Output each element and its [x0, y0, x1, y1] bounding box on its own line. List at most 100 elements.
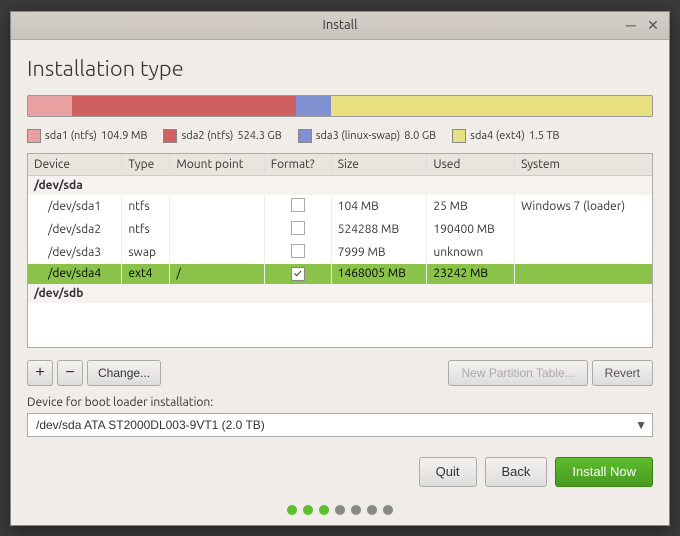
col-format: Format?: [264, 154, 331, 176]
cell-device: /dev/sda4: [28, 264, 122, 284]
cell-mount: [170, 241, 264, 264]
col-system: System: [515, 154, 652, 176]
step-dot-5: [351, 505, 361, 515]
cell-format[interactable]: ✓: [264, 264, 331, 284]
main-window: Install ─ ✕ Installation type sda1 (ntfs…: [10, 11, 670, 526]
cell-format[interactable]: [264, 218, 331, 241]
new-partition-table-button[interactable]: New Partition Table...: [448, 360, 587, 386]
legend-color-sda3: [298, 129, 312, 143]
legend-label-sda3: sda3 (linux-swap): [316, 130, 401, 142]
cell-system: Windows 7 (loader): [515, 195, 652, 218]
cell-type: ntfs: [122, 195, 170, 218]
disk-segment-sda3: [296, 96, 330, 116]
close-button[interactable]: ✕: [645, 17, 661, 33]
col-used: Used: [427, 154, 515, 176]
quit-button[interactable]: Quit: [419, 457, 477, 487]
bootloader-select[interactable]: /dev/sda ATA ST2000DL003-9VT1 (2.0 TB): [27, 413, 653, 437]
revert-button[interactable]: Revert: [592, 360, 653, 386]
cell-used: 25 MB: [427, 195, 515, 218]
group-label-sdb: /dev/sdb: [28, 284, 652, 303]
disk-segment-sda2: [72, 96, 297, 116]
bootloader-select-wrapper: /dev/sda ATA ST2000DL003-9VT1 (2.0 TB) ▼: [27, 413, 653, 437]
back-button[interactable]: Back: [485, 457, 548, 487]
legend-color-sda1: [27, 129, 41, 143]
cell-type: swap: [122, 241, 170, 264]
cell-size: 1468005 MB: [331, 264, 427, 284]
cell-mount: /: [170, 264, 264, 284]
disk-legend: sda1 (ntfs) 104.9 MB sda2 (ntfs) 524.3 G…: [27, 129, 653, 143]
format-checkbox[interactable]: [291, 244, 305, 258]
col-type: Type: [122, 154, 170, 176]
step-dot-3: [319, 505, 329, 515]
bootloader-section: Device for boot loader installation: /de…: [27, 396, 653, 437]
cell-size: 104 MB: [331, 195, 427, 218]
table-row[interactable]: /dev/sda2 ntfs 524288 MB 190400 MB: [28, 218, 652, 241]
table-row[interactable]: /dev/sda4 ext4 / ✓ 1468005 MB 23242 MB: [28, 264, 652, 284]
cell-device: /dev/sda3: [28, 241, 122, 264]
format-checkbox[interactable]: [291, 221, 305, 235]
group-label-sda: /dev/sda: [28, 175, 652, 195]
table-row-empty: [28, 325, 652, 347]
col-mount: Mount point: [170, 154, 264, 176]
cell-size: 7999 MB: [331, 241, 427, 264]
cell-system: [515, 218, 652, 241]
table-row[interactable]: /dev/sda3 swap 7999 MB unknown: [28, 241, 652, 264]
partition-table-wrapper: Device Type Mount point Format? Size Use…: [27, 153, 653, 348]
legend-sda4: sda4 (ext4) 1.5 TB: [452, 129, 559, 143]
group-header-sdb: /dev/sdb: [28, 284, 652, 303]
install-now-button[interactable]: Install Now: [555, 457, 653, 487]
add-partition-button[interactable]: +: [27, 360, 53, 386]
change-partition-button[interactable]: Change...: [87, 360, 161, 386]
legend-sda2: sda2 (ntfs) 524.3 GB: [163, 129, 281, 143]
cell-size: 524288 MB: [331, 218, 427, 241]
page-title: Installation type: [27, 56, 653, 81]
legend-size-sda4: 1.5 TB: [529, 130, 560, 142]
col-device: Device: [28, 154, 122, 176]
window-title: Install: [323, 18, 358, 32]
minimize-button[interactable]: ─: [623, 17, 639, 33]
footer: Quit Back Install Now: [11, 449, 669, 499]
legend-sda1: sda1 (ntfs) 104.9 MB: [27, 129, 147, 143]
titlebar: Install ─ ✕: [11, 12, 669, 40]
disk-segment-sda4: [331, 96, 652, 116]
cell-type: ntfs: [122, 218, 170, 241]
disk-segment-sda1: [28, 96, 72, 116]
disk-bar: [27, 95, 653, 117]
step-dot-1: [287, 505, 297, 515]
step-dot-4: [335, 505, 345, 515]
cell-system: [515, 264, 652, 284]
format-checkbox[interactable]: [291, 198, 305, 212]
partition-table: Device Type Mount point Format? Size Use…: [28, 154, 652, 347]
cell-used: unknown: [427, 241, 515, 264]
legend-color-sda2: [163, 129, 177, 143]
cell-format[interactable]: [264, 241, 331, 264]
format-checkbox[interactable]: ✓: [291, 267, 305, 281]
legend-label-sda1: sda1 (ntfs): [45, 130, 97, 142]
cell-used: 190400 MB: [427, 218, 515, 241]
step-dot-7: [383, 505, 393, 515]
step-dot-2: [303, 505, 313, 515]
content-area: Installation type sda1 (ntfs) 104.9 MB s…: [11, 40, 669, 449]
legend-size-sda1: 104.9 MB: [101, 130, 148, 142]
legend-label-sda4: sda4 (ext4): [470, 130, 525, 142]
step-dots: [11, 499, 669, 525]
remove-partition-button[interactable]: −: [57, 360, 83, 386]
partition-toolbar: + − Change... New Partition Table... Rev…: [27, 360, 653, 386]
cell-format[interactable]: [264, 195, 331, 218]
cell-system: [515, 241, 652, 264]
col-size: Size: [331, 154, 427, 176]
legend-size-sda2: 524.3 GB: [237, 130, 281, 142]
cell-type: ext4: [122, 264, 170, 284]
legend-color-sda4: [452, 129, 466, 143]
legend-label-sda2: sda2 (ntfs): [181, 130, 233, 142]
table-header-row: Device Type Mount point Format? Size Use…: [28, 154, 652, 176]
group-header-sda: /dev/sda: [28, 175, 652, 195]
table-row[interactable]: /dev/sda1 ntfs 104 MB 25 MB Windows 7 (l…: [28, 195, 652, 218]
cell-device: /dev/sda2: [28, 218, 122, 241]
window-controls: ─ ✕: [623, 17, 661, 33]
cell-mount: [170, 195, 264, 218]
cell-device: /dev/sda1: [28, 195, 122, 218]
cell-used: 23242 MB: [427, 264, 515, 284]
legend-size-sda3: 8.0 GB: [404, 130, 436, 142]
cell-mount: [170, 218, 264, 241]
